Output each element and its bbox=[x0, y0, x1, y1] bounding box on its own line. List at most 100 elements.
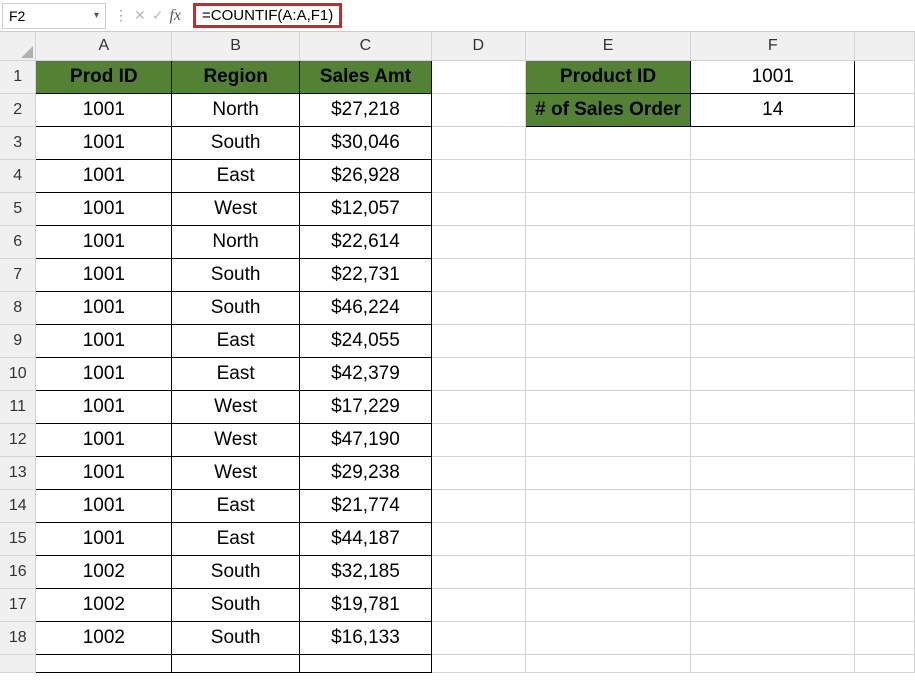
cell-partial[interactable] bbox=[300, 654, 432, 672]
cell-E9[interactable] bbox=[525, 324, 691, 357]
cell-E3[interactable] bbox=[525, 126, 691, 159]
cell-F15[interactable] bbox=[691, 522, 855, 555]
row-head[interactable]: 16 bbox=[0, 555, 36, 588]
row-head[interactable]: 9 bbox=[0, 324, 36, 357]
cell-F10[interactable] bbox=[691, 357, 855, 390]
cell-C14[interactable]: $21,774 bbox=[300, 489, 432, 522]
row-head-partial[interactable] bbox=[0, 654, 36, 672]
cell-F3[interactable] bbox=[691, 126, 855, 159]
cell-partial[interactable] bbox=[172, 654, 300, 672]
cell-extra-18[interactable] bbox=[855, 621, 915, 654]
cell-B16[interactable]: South bbox=[172, 555, 300, 588]
cell-C12[interactable]: $47,190 bbox=[300, 423, 432, 456]
cell-F13[interactable] bbox=[691, 456, 855, 489]
cell-extra-13[interactable] bbox=[855, 456, 915, 489]
col-head-B[interactable]: B bbox=[172, 32, 300, 60]
cell-E1[interactable]: Product ID bbox=[525, 60, 691, 93]
cell-D12[interactable] bbox=[431, 423, 525, 456]
cell-F16[interactable] bbox=[691, 555, 855, 588]
cell-F17[interactable] bbox=[691, 588, 855, 621]
row-head[interactable]: 18 bbox=[0, 621, 36, 654]
cell-A16[interactable]: 1002 bbox=[36, 555, 172, 588]
cell-extra-1[interactable] bbox=[855, 60, 915, 93]
cell-A17[interactable]: 1002 bbox=[36, 588, 172, 621]
cell-D6[interactable] bbox=[431, 225, 525, 258]
cell-B15[interactable]: East bbox=[172, 522, 300, 555]
formula-input[interactable]: =COUNTIF(A:A,F1) bbox=[185, 3, 915, 29]
cell-B1[interactable]: Region bbox=[172, 60, 300, 93]
cell-A1[interactable]: Prod ID bbox=[36, 60, 172, 93]
cell-partial[interactable] bbox=[36, 654, 172, 672]
cell-A14[interactable]: 1001 bbox=[36, 489, 172, 522]
cell-B9[interactable]: East bbox=[172, 324, 300, 357]
cell-A12[interactable]: 1001 bbox=[36, 423, 172, 456]
cell-E6[interactable] bbox=[525, 225, 691, 258]
cell-E5[interactable] bbox=[525, 192, 691, 225]
cell-D4[interactable] bbox=[431, 159, 525, 192]
cell-B2[interactable]: North bbox=[172, 93, 300, 126]
cell-C13[interactable]: $29,238 bbox=[300, 456, 432, 489]
cell-B6[interactable]: North bbox=[172, 225, 300, 258]
cell-partial[interactable] bbox=[525, 654, 691, 672]
cell-D3[interactable] bbox=[431, 126, 525, 159]
row-head[interactable]: 14 bbox=[0, 489, 36, 522]
cell-D13[interactable] bbox=[431, 456, 525, 489]
cell-extra-3[interactable] bbox=[855, 126, 915, 159]
cell-A15[interactable]: 1001 bbox=[36, 522, 172, 555]
cell-B12[interactable]: West bbox=[172, 423, 300, 456]
col-head-C[interactable]: C bbox=[300, 32, 432, 60]
cell-D9[interactable] bbox=[431, 324, 525, 357]
cell-F11[interactable] bbox=[691, 390, 855, 423]
cell-F6[interactable] bbox=[691, 225, 855, 258]
row-head[interactable]: 17 bbox=[0, 588, 36, 621]
select-all-corner[interactable] bbox=[0, 32, 36, 60]
cell-C4[interactable]: $26,928 bbox=[300, 159, 432, 192]
cell-extra-9[interactable] bbox=[855, 324, 915, 357]
cell-A11[interactable]: 1001 bbox=[36, 390, 172, 423]
cell-D8[interactable] bbox=[431, 291, 525, 324]
cell-A10[interactable]: 1001 bbox=[36, 357, 172, 390]
cell-C15[interactable]: $44,187 bbox=[300, 522, 432, 555]
cell-extra-6[interactable] bbox=[855, 225, 915, 258]
cell-E4[interactable] bbox=[525, 159, 691, 192]
name-box[interactable]: F2 ▾ bbox=[2, 3, 106, 29]
cell-F7[interactable] bbox=[691, 258, 855, 291]
cell-extra-4[interactable] bbox=[855, 159, 915, 192]
cell-F1[interactable]: 1001 bbox=[691, 60, 855, 93]
cell-F4[interactable] bbox=[691, 159, 855, 192]
cell-A6[interactable]: 1001 bbox=[36, 225, 172, 258]
cell-B13[interactable]: West bbox=[172, 456, 300, 489]
cell-F12[interactable] bbox=[691, 423, 855, 456]
col-head-extra[interactable] bbox=[855, 32, 915, 60]
cell-C1[interactable]: Sales Amt bbox=[300, 60, 432, 93]
col-head-D[interactable]: D bbox=[431, 32, 525, 60]
cell-E10[interactable] bbox=[525, 357, 691, 390]
cell-A9[interactable]: 1001 bbox=[36, 324, 172, 357]
cell-B18[interactable]: South bbox=[172, 621, 300, 654]
cell-C9[interactable]: $24,055 bbox=[300, 324, 432, 357]
cell-B7[interactable]: South bbox=[172, 258, 300, 291]
cell-D16[interactable] bbox=[431, 555, 525, 588]
cell-extra-16[interactable] bbox=[855, 555, 915, 588]
cell-E13[interactable] bbox=[525, 456, 691, 489]
cell-B4[interactable]: East bbox=[172, 159, 300, 192]
cell-extra-5[interactable] bbox=[855, 192, 915, 225]
cell-F8[interactable] bbox=[691, 291, 855, 324]
row-head[interactable]: 7 bbox=[0, 258, 36, 291]
row-head[interactable]: 2 bbox=[0, 93, 36, 126]
cell-A3[interactable]: 1001 bbox=[36, 126, 172, 159]
cell-D14[interactable] bbox=[431, 489, 525, 522]
cell-D11[interactable] bbox=[431, 390, 525, 423]
row-head[interactable]: 1 bbox=[0, 60, 36, 93]
cell-B11[interactable]: West bbox=[172, 390, 300, 423]
cell-B10[interactable]: East bbox=[172, 357, 300, 390]
cell-extra-12[interactable] bbox=[855, 423, 915, 456]
row-head[interactable]: 13 bbox=[0, 456, 36, 489]
cell-D5[interactable] bbox=[431, 192, 525, 225]
cell-D7[interactable] bbox=[431, 258, 525, 291]
cell-A8[interactable]: 1001 bbox=[36, 291, 172, 324]
cell-C11[interactable]: $17,229 bbox=[300, 390, 432, 423]
cell-A2[interactable]: 1001 bbox=[36, 93, 172, 126]
row-head[interactable]: 6 bbox=[0, 225, 36, 258]
cell-B3[interactable]: South bbox=[172, 126, 300, 159]
